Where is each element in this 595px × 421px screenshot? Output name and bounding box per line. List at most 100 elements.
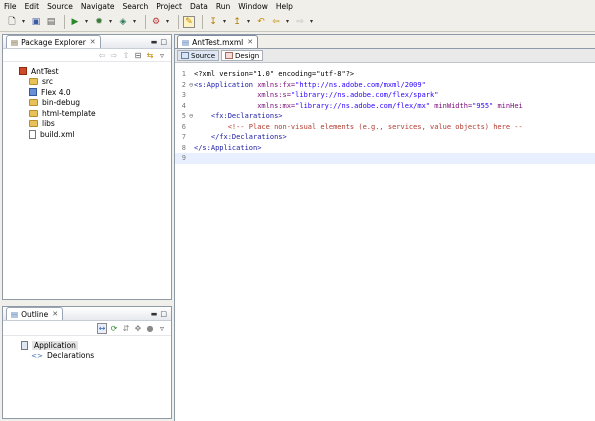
debug-icon[interactable]: ✹ <box>93 16 105 28</box>
minimize-icon[interactable]: ▬ <box>151 38 158 46</box>
tab-anttest-mxml[interactable]: ▤ AntTest.mxml ✕ <box>177 35 259 48</box>
refresh-icon[interactable]: ⟳ <box>109 324 119 333</box>
code-line[interactable]: 6 <!-- Place non-visual elements (e.g., … <box>175 122 595 133</box>
application-icon <box>21 340 28 350</box>
menu-edit[interactable]: Edit <box>25 2 40 11</box>
view-menu-icon[interactable]: ▿ <box>157 324 167 333</box>
external-tools-dropdown-icon[interactable]: ▾ <box>165 16 170 28</box>
minimize-icon[interactable]: ▬ <box>151 310 158 318</box>
tree-item-label: AntTest <box>31 66 59 76</box>
open-perspective-icon[interactable]: ✎ <box>183 15 195 28</box>
up-icon[interactable]: ⇧ <box>121 51 131 60</box>
profile-dropdown-icon[interactable]: ▾ <box>132 16 137 28</box>
save-icon[interactable]: ▣ <box>30 16 42 28</box>
tree-item-build-xml[interactable]: build.xml <box>19 129 171 140</box>
run-icon[interactable]: ▶ <box>69 16 81 28</box>
debug-dropdown-icon[interactable]: ▾ <box>108 16 113 28</box>
show-source-icon[interactable]: ↔ <box>97 322 107 334</box>
tree-item-bin-debug[interactable]: bin-debug <box>19 98 171 109</box>
code-line[interactable]: 8 </s:Application> <box>175 143 595 154</box>
profile-icon[interactable]: ◈ <box>117 16 129 28</box>
code-editor[interactable]: 1 <?xml version="1.0" encoding="utf-8"?> 2… <box>175 65 595 421</box>
tree-item-label: bin-debug <box>42 98 80 108</box>
run-dropdown-icon[interactable]: ▾ <box>84 16 89 28</box>
prev-annotation-dropdown-icon[interactable]: ▾ <box>246 16 251 28</box>
new-dropdown-icon[interactable]: ▾ <box>21 16 26 28</box>
tree-item-label: src <box>42 77 53 87</box>
code-line[interactable]: 3 xmlns:s= "library://ns.adobe.com/flex/s… <box>175 90 595 101</box>
menu-data[interactable]: Data <box>190 2 208 11</box>
tree-item-src[interactable]: src <box>19 77 171 88</box>
view-menu-icon[interactable]: ▿ <box>157 51 167 60</box>
last-edit-icon[interactable]: ↶ <box>255 16 267 28</box>
code-token: xmlns:s= <box>257 91 291 99</box>
code-line[interactable]: 5 ⊖ <fx:Declarations> <box>175 111 595 122</box>
tree-item-flex-4-0[interactable]: Flex 4.0 <box>19 87 171 98</box>
maximize-icon[interactable]: □ <box>160 310 167 318</box>
back-icon[interactable]: ⇦ <box>270 16 282 28</box>
outline-panel: ▤ Outline ✕ ▬ □ ↔ ⟳ ⇵ ✥ ● ▿ Application <… <box>2 306 172 419</box>
toolbar-separator <box>64 14 65 29</box>
menu-project[interactable]: Project <box>156 2 182 11</box>
code-line[interactable]: 2 ⊖ <s:Application xmlns:fx= "http://ns.ado… <box>175 80 595 91</box>
design-label: Design <box>235 51 260 60</box>
code-token: minWidth= <box>434 101 473 110</box>
line-number: 9 <box>181 154 186 162</box>
maximize-icon[interactable]: □ <box>160 38 167 46</box>
next-annotation-dropdown-icon[interactable]: ▾ <box>222 16 227 28</box>
tab-package-explorer[interactable]: ▤ Package Explorer ✕ <box>6 35 101 48</box>
code-token: "library://ns.adobe.com/flex/mx" <box>295 101 435 110</box>
code-token: <!-- Place non-visual elements (e.g., se… <box>194 122 523 131</box>
menu-window[interactable]: Window <box>238 2 268 11</box>
main-toolbar: 🗋 ▾ ▣ ▤ ▶ ▾ ✹ ▾ ◈ ▾ ⚙ ▾ ✎ ↧ ▾ ↥ ▾ ↶ ⇦ ▾ ⇨ ▾ <box>0 12 595 32</box>
menu-navigate[interactable]: Navigate <box>81 2 115 11</box>
code-line[interactable]: 7 </fx:Declarations> <box>175 132 595 143</box>
print-icon[interactable]: ▤ <box>45 16 57 28</box>
close-icon[interactable]: ✕ <box>247 38 253 46</box>
tree-item-declarations[interactable]: <> Declarations <box>21 351 171 362</box>
tree-item-anttest[interactable]: AntTest <box>19 66 171 77</box>
code-token: xmlns:mx= <box>257 101 296 110</box>
sort-icon[interactable]: ⇵ <box>121 324 131 333</box>
link-with-editor-icon[interactable]: ⇆ <box>145 51 155 60</box>
tree-item-application[interactable]: Application <box>21 340 171 351</box>
gutter <box>189 153 194 164</box>
code-token: <?xml version="1.0" encoding="utf-8"?> <box>194 70 355 78</box>
menu-source[interactable]: Source <box>47 2 73 11</box>
menu-file[interactable]: File <box>4 2 17 11</box>
hide-non-public-icon[interactable]: ✥ <box>133 324 143 333</box>
back-icon[interactable]: ⇦ <box>97 51 107 60</box>
prev-annotation-icon[interactable]: ↥ <box>231 16 243 28</box>
new-icon[interactable]: 🗋 <box>6 16 18 28</box>
tree-item-html-template[interactable]: html-template <box>19 108 171 119</box>
menu-help[interactable]: Help <box>276 2 293 11</box>
project-icon <box>19 67 27 76</box>
tab-outline[interactable]: ▤ Outline ✕ <box>6 307 64 320</box>
external-tools-icon[interactable]: ⚙ <box>150 16 162 28</box>
next-annotation-icon[interactable]: ↧ <box>207 16 219 28</box>
forward-icon[interactable]: ⇨ <box>294 16 306 28</box>
forward-icon[interactable]: ⇨ <box>109 51 119 60</box>
forward-dropdown-icon[interactable]: ▾ <box>309 16 314 28</box>
close-icon[interactable]: ✕ <box>90 38 96 46</box>
line-number: 1 <box>181 70 186 78</box>
close-icon[interactable]: ✕ <box>52 310 58 318</box>
source-tab[interactable]: Source <box>177 50 220 61</box>
editor-tab-bar: ▤ AntTest.mxml ✕ <box>175 35 595 49</box>
editor-panel: ▤ AntTest.mxml ✕ Source Design 1 <?xml ve… <box>174 34 595 421</box>
tree-item-libs[interactable]: libs <box>19 119 171 130</box>
collapse-all-icon[interactable]: ⊟ <box>133 51 143 60</box>
hide-fields-icon[interactable]: ● <box>145 324 155 333</box>
back-dropdown-icon[interactable]: ▾ <box>285 16 290 28</box>
code-line[interactable]: 9 <box>175 153 595 164</box>
menu-run[interactable]: Run <box>216 2 230 11</box>
code-line[interactable]: 4 xmlns:mx= "library://ns.adobe.com/flex/… <box>175 101 595 112</box>
code-line[interactable]: 1 <?xml version="1.0" encoding="utf-8"?> <box>175 69 595 80</box>
source-icon <box>181 52 189 59</box>
design-tab[interactable]: Design <box>221 50 264 61</box>
outline-tree: Application <> Declarations <box>3 336 171 361</box>
menu-search[interactable]: Search <box>123 2 149 11</box>
mxml-file-icon: ▤ <box>182 37 190 47</box>
